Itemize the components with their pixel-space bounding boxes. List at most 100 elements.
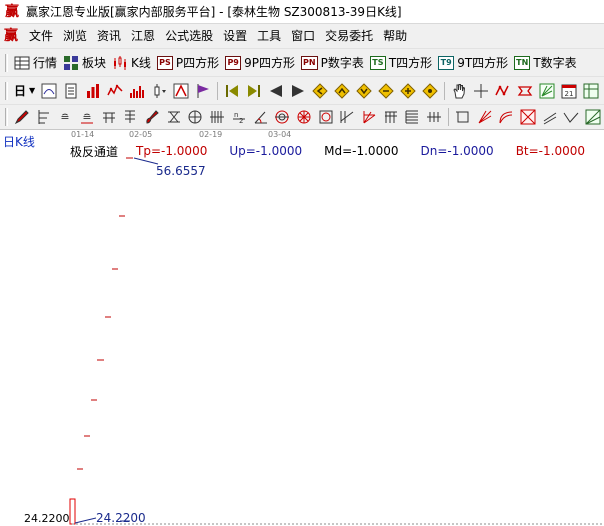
time-cycle-icon[interactable] — [380, 106, 402, 128]
app-logo-icon: 赢 — [5, 3, 19, 20]
menu-formula-screener[interactable]: 公式选股 — [160, 25, 218, 47]
diamond-up-icon[interactable] — [331, 80, 353, 102]
low-candle — [69, 498, 76, 525]
vertical-lines-icon[interactable] — [206, 106, 228, 128]
period-dropdown[interactable]: 日 ▼ — [11, 80, 38, 102]
fibonacci-icon[interactable]: n2 — [228, 106, 250, 128]
svg-text:≘: ≘ — [61, 111, 70, 124]
chart-canvas — [69, 157, 604, 525]
indicator-icon[interactable] — [170, 80, 192, 102]
menu-gann[interactable]: 江恩 — [126, 25, 160, 47]
gann-circle-icon[interactable] — [185, 106, 207, 128]
indicator-bt: Bt=-1.0000 — [515, 144, 585, 158]
last-page-icon[interactable] — [243, 80, 265, 102]
flag-icon[interactable] — [192, 80, 214, 102]
gann-box-icon[interactable] — [402, 106, 424, 128]
t-square-button[interactable]: TS T四方形 — [367, 52, 435, 74]
menu-browse[interactable]: 浏览 — [58, 25, 92, 47]
brush-icon[interactable] — [141, 106, 163, 128]
diamond-down-icon[interactable] — [353, 80, 375, 102]
indicator-name[interactable]: 极反通道 — [70, 143, 118, 160]
t9-square-label: 9T四方形 — [457, 56, 509, 70]
menu-window[interactable]: 窗口 — [286, 25, 320, 47]
document-icon[interactable] — [60, 80, 82, 102]
pencil-icon[interactable] — [11, 106, 33, 128]
p-number-table-button[interactable]: PN P数字表 — [298, 52, 367, 74]
quote-button[interactable]: 行情 — [11, 52, 60, 74]
p9-square-button[interactable]: P9 9P四方形 — [222, 52, 298, 74]
svg-text:2: 2 — [239, 117, 243, 125]
gann-fan-red-icon[interactable] — [358, 106, 380, 128]
menu-bar: 赢 文件 浏览 资讯 江恩 公式选股 设置 工具 窗口 交易委托 帮助 — [0, 24, 604, 48]
ray-icon[interactable] — [337, 106, 359, 128]
sector-button[interactable]: 板块 — [60, 52, 109, 74]
diamond-left-icon[interactable] — [309, 80, 331, 102]
low-price-label: 24.2200 — [96, 511, 146, 525]
kline-button[interactable]: K线 — [109, 52, 154, 74]
date-tick: 02-19 — [199, 130, 223, 139]
p-square-button[interactable]: PS P四方形 — [154, 52, 222, 74]
cycle-lines-icon[interactable] — [423, 106, 445, 128]
menu-help[interactable]: 帮助 — [378, 25, 412, 47]
wave-chart-icon[interactable] — [104, 80, 126, 102]
kline-chart[interactable]: 日K线 01-14 02-05 02-19 03-04 极反通道 Tp=-1.0… — [0, 130, 604, 526]
t9-square-button[interactable]: T9 9T四方形 — [435, 52, 511, 74]
window-title-bar: 赢 赢家江恩专业版[赢家内部服务平台] - [泰林生物 SZ300813-39日… — [0, 0, 604, 24]
arc-icon[interactable] — [495, 106, 517, 128]
svg-text:n: n — [234, 111, 238, 119]
p9-square-icon: P9 — [225, 55, 242, 70]
toolbar-grip[interactable] — [5, 108, 8, 126]
toolbar-grip[interactable] — [5, 53, 8, 72]
volume-bars-icon[interactable] — [126, 80, 148, 102]
menu-trade[interactable]: 交易委托 — [320, 25, 378, 47]
v-line-icon[interactable] — [561, 106, 583, 128]
menu-info[interactable]: 资讯 — [92, 25, 126, 47]
scroll-right-icon[interactable] — [287, 80, 309, 102]
angle-icon[interactable] — [250, 106, 272, 128]
period-label: 日K线 — [3, 135, 35, 149]
axis-low-price: 24.2200 — [24, 512, 70, 525]
candle-dropdown-icon[interactable] — [148, 80, 170, 102]
hand-pan-icon[interactable] — [448, 80, 470, 102]
first-page-icon[interactable] — [221, 80, 243, 102]
gann-grid2-icon[interactable]: ≘ — [76, 106, 98, 128]
scroll-left-icon[interactable] — [265, 80, 287, 102]
gann-angles-icon[interactable] — [582, 106, 604, 128]
diamond-cross-icon[interactable] — [419, 80, 441, 102]
t9-square-icon: T9 — [438, 55, 455, 70]
fork-icon[interactable] — [98, 106, 120, 128]
speed-lines-icon[interactable] — [474, 106, 496, 128]
date-tick: 01-14 — [71, 130, 95, 139]
diamond-expand-icon[interactable] — [375, 80, 397, 102]
channel-icon[interactable] — [539, 106, 561, 128]
grid-icon[interactable] — [580, 80, 602, 102]
drawing-toolbar: ≘ ≘ n2 — [0, 104, 604, 130]
rectangle-icon[interactable] — [452, 106, 474, 128]
menu-tools[interactable]: 工具 — [252, 25, 286, 47]
bar-chart-icon[interactable] — [82, 80, 104, 102]
menu-settings[interactable]: 设置 — [218, 25, 252, 47]
gann-square-icon[interactable] — [517, 106, 539, 128]
pattern-icon[interactable] — [514, 80, 536, 102]
pitchfork-icon[interactable] — [163, 106, 185, 128]
star-wheel-icon[interactable] — [293, 106, 315, 128]
diamond-shrink-icon[interactable] — [397, 80, 419, 102]
chart-mode-icon[interactable] — [38, 80, 60, 102]
bracket-icon[interactable] — [120, 106, 142, 128]
gann-grid-icon[interactable]: ≘ — [54, 106, 76, 128]
zigzag-icon[interactable] — [492, 80, 514, 102]
menu-logo-icon[interactable]: 赢 — [2, 27, 20, 45]
menu-file[interactable]: 文件 — [24, 25, 58, 47]
trend-line-icon[interactable] — [33, 106, 55, 128]
gann-fan-icon[interactable] — [536, 80, 558, 102]
square-target-icon[interactable] — [315, 106, 337, 128]
toolbar-separator — [448, 108, 450, 126]
indicator-md: Md=-1.0000 — [324, 144, 399, 158]
kline-candles-icon — [112, 55, 128, 71]
p-number-table-icon: PN — [301, 55, 318, 70]
toolbar-grip[interactable] — [5, 81, 8, 100]
calendar-icon[interactable]: 21 — [558, 80, 580, 102]
crosshair-icon[interactable] — [470, 80, 492, 102]
t-number-table-button[interactable]: TN T数字表 — [511, 52, 580, 74]
spiral-icon[interactable] — [271, 106, 293, 128]
